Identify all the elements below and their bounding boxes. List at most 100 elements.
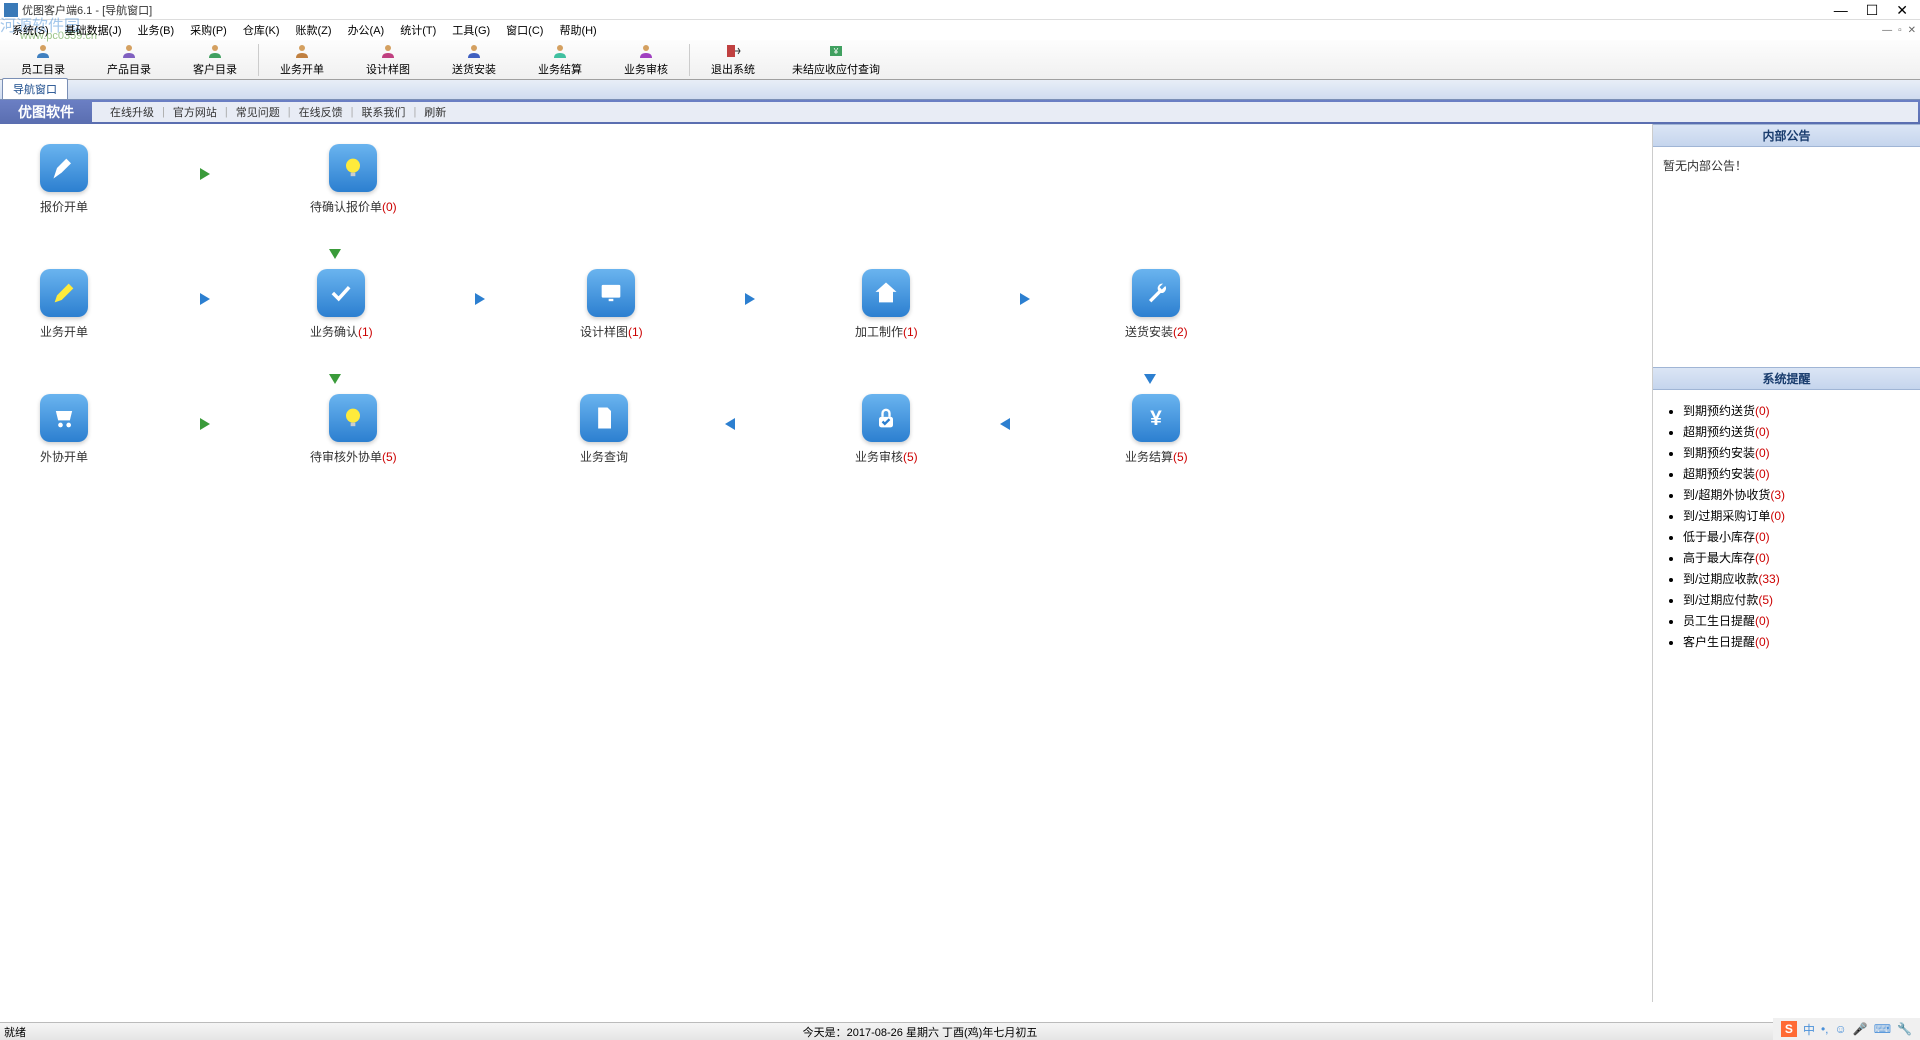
reminder-item[interactable]: 低于最小库存(0) <box>1683 528 1906 545</box>
tabstrip: 导航窗口 <box>0 80 1920 100</box>
menu-stats[interactable]: 统计(T) <box>392 20 444 40</box>
node-business-settle[interactable]: ¥ 业务结算(5) <box>1125 394 1188 465</box>
arrow-right-icon <box>725 289 755 309</box>
brandbar: 优图软件 在线升级| 官方网站| 常见问题| 在线反馈| 联系我们| 刷新 <box>0 100 1920 124</box>
tab-navigation[interactable]: 导航窗口 <box>2 78 68 99</box>
node-business-query[interactable]: 业务查询 <box>580 394 628 465</box>
menu-accounts[interactable]: 账款(Z) <box>288 20 340 40</box>
link-official[interactable]: 官方网站 <box>165 104 225 120</box>
cart-icon <box>40 394 88 442</box>
reminder-item[interactable]: 高于最大库存(0) <box>1683 549 1906 566</box>
mdi-restore-button[interactable]: ▫ <box>1898 25 1902 36</box>
toolbar-business-audit[interactable]: 业务审核 <box>603 40 689 80</box>
toolbar-unsettled-query[interactable]: ¥未结应收应付查询 <box>776 40 896 80</box>
node-quote-order[interactable]: 报价开单 <box>40 144 88 215</box>
status-ready: 就绪 <box>4 1024 204 1040</box>
close-button[interactable]: ✕ <box>1896 3 1908 17</box>
toolbar-delivery-install[interactable]: 送货安装 <box>431 40 517 80</box>
monitor-icon <box>587 269 635 317</box>
reminder-item[interactable]: 到期预约安装(0) <box>1683 444 1906 461</box>
arrow-right-icon <box>180 164 210 184</box>
link-refresh[interactable]: 刷新 <box>416 104 454 120</box>
system-tray: S 中 •, ☺ 🎤 ⌨ 🔧 <box>1773 1018 1920 1040</box>
main-area: 报价开单 待确认报价单(0) 业务开单 业务确认(1) 设计样图(1) 加工制作… <box>0 124 1920 1002</box>
arrow-down-icon <box>325 354 345 384</box>
menu-warehouse[interactable]: 仓库(K) <box>235 20 288 40</box>
statusbar: 就绪 今天是：2017-08-26 星期六 丁酉(鸡)年七月初五 试用账套 <box>0 1022 1920 1040</box>
arrow-right-icon <box>180 289 210 309</box>
menu-business[interactable]: 业务(B) <box>130 20 183 40</box>
link-feedback[interactable]: 在线反馈 <box>291 104 351 120</box>
reminder-item[interactable]: 员工生日提醒(0) <box>1683 612 1906 629</box>
brand-title: 优图软件 <box>0 102 92 122</box>
menu-system[interactable]: 系统(S) <box>4 20 57 40</box>
titlebar: 优图客户端6.1 - [导航窗口] — ☐ ✕ <box>0 0 1920 20</box>
toolbar-product-directory[interactable]: 产品目录 <box>86 40 172 80</box>
node-pending-outsource[interactable]: 待审核外协单(5) <box>310 394 397 465</box>
document-icon <box>580 394 628 442</box>
toolbar-employee-directory[interactable]: 员工目录 <box>0 40 86 80</box>
minimize-button[interactable]: — <box>1834 3 1848 17</box>
tray-keyboard-icon[interactable]: ⌨ <box>1874 1022 1891 1036</box>
toolbar: 员工目录 产品目录 客户目录 业务开单 设计样图 送货安装 业务结算 业务审核 … <box>0 40 1920 80</box>
reminder-item[interactable]: 到/过期应付款(5) <box>1683 591 1906 608</box>
menu-purchase[interactable]: 采购(P) <box>182 20 235 40</box>
svg-text:¥: ¥ <box>1151 407 1163 430</box>
arrow-down-icon <box>1140 354 1160 384</box>
app-icon <box>4 3 18 17</box>
tray-punct-icon[interactable]: •, <box>1821 1022 1829 1036</box>
reminder-item[interactable]: 客户生日提醒(0) <box>1683 633 1906 650</box>
arrow-right-icon <box>455 289 485 309</box>
reminder-item[interactable]: 到/超期外协收货(3) <box>1683 486 1906 503</box>
ime-icon[interactable]: S <box>1781 1021 1797 1037</box>
link-faq[interactable]: 常见问题 <box>228 104 288 120</box>
reminder-item[interactable]: 到期预约送货(0) <box>1683 402 1906 419</box>
maximize-button[interactable]: ☐ <box>1866 3 1879 17</box>
menu-window[interactable]: 窗口(C) <box>498 20 551 40</box>
arrow-right-icon <box>180 414 210 434</box>
announcement-header: 内部公告 <box>1653 124 1920 147</box>
node-design-sample[interactable]: 设计样图(1) <box>580 269 643 340</box>
node-business-confirm[interactable]: 业务确认(1) <box>310 269 373 340</box>
node-delivery-install[interactable]: 送货安装(2) <box>1125 269 1188 340</box>
menu-help[interactable]: 帮助(H) <box>551 20 604 40</box>
check-icon <box>317 269 365 317</box>
status-date: 今天是：2017-08-26 星期六 丁酉(鸡)年七月初五 <box>204 1024 1636 1040</box>
reminder-item[interactable]: 到/过期应收款(33) <box>1683 570 1906 587</box>
toolbar-design-sample[interactable]: 设计样图 <box>345 40 431 80</box>
arrow-down-icon <box>325 229 345 259</box>
toolbar-business-order[interactable]: 业务开单 <box>259 40 345 80</box>
pen-icon <box>40 144 88 192</box>
menu-office[interactable]: 办公(A) <box>340 20 393 40</box>
tray-smile-icon[interactable]: ☺ <box>1835 1022 1847 1036</box>
toolbar-business-settle[interactable]: 业务结算 <box>517 40 603 80</box>
node-outsource-order[interactable]: 外协开单 <box>40 394 88 465</box>
reminder-item[interactable]: 超期预约送货(0) <box>1683 423 1906 440</box>
menu-basedata[interactable]: 基础数据(J) <box>57 20 130 40</box>
link-upgrade[interactable]: 在线升级 <box>102 104 162 120</box>
window-controls: — ☐ ✕ <box>1834 3 1908 17</box>
toolbar-exit[interactable]: 退出系统 <box>690 40 776 80</box>
bulb-icon <box>329 144 377 192</box>
svg-text:¥: ¥ <box>833 47 839 56</box>
menu-tools[interactable]: 工具(G) <box>444 20 498 40</box>
node-business-audit[interactable]: 业务审核(5) <box>855 394 918 465</box>
reminder-item[interactable]: 到/过期采购订单(0) <box>1683 507 1906 524</box>
yen-icon: ¥ <box>1132 394 1180 442</box>
tray-settings-icon[interactable]: 🔧 <box>1897 1022 1912 1036</box>
mdi-minimize-button[interactable]: — <box>1882 25 1892 36</box>
toolbar-customer-directory[interactable]: 客户目录 <box>172 40 258 80</box>
reminder-item[interactable]: 超期预约安装(0) <box>1683 465 1906 482</box>
mdi-close-button[interactable]: ✕ <box>1908 25 1916 36</box>
arrow-left-icon <box>725 414 755 434</box>
side-panel: 内部公告 暂无内部公告！ 系统提醒 到期预约送货(0) 超期预约送货(0) 到期… <box>1652 124 1920 1002</box>
bulb-icon <box>329 394 377 442</box>
link-contact[interactable]: 联系我们 <box>353 104 413 120</box>
node-pending-quote[interactable]: 待确认报价单(0) <box>310 144 397 215</box>
wrench-icon <box>1132 269 1180 317</box>
node-processing[interactable]: 加工制作(1) <box>855 269 918 340</box>
ime-lang[interactable]: 中 <box>1803 1021 1815 1038</box>
pencil-icon <box>40 269 88 317</box>
tray-mic-icon[interactable]: 🎤 <box>1853 1022 1868 1036</box>
node-business-order[interactable]: 业务开单 <box>40 269 88 340</box>
